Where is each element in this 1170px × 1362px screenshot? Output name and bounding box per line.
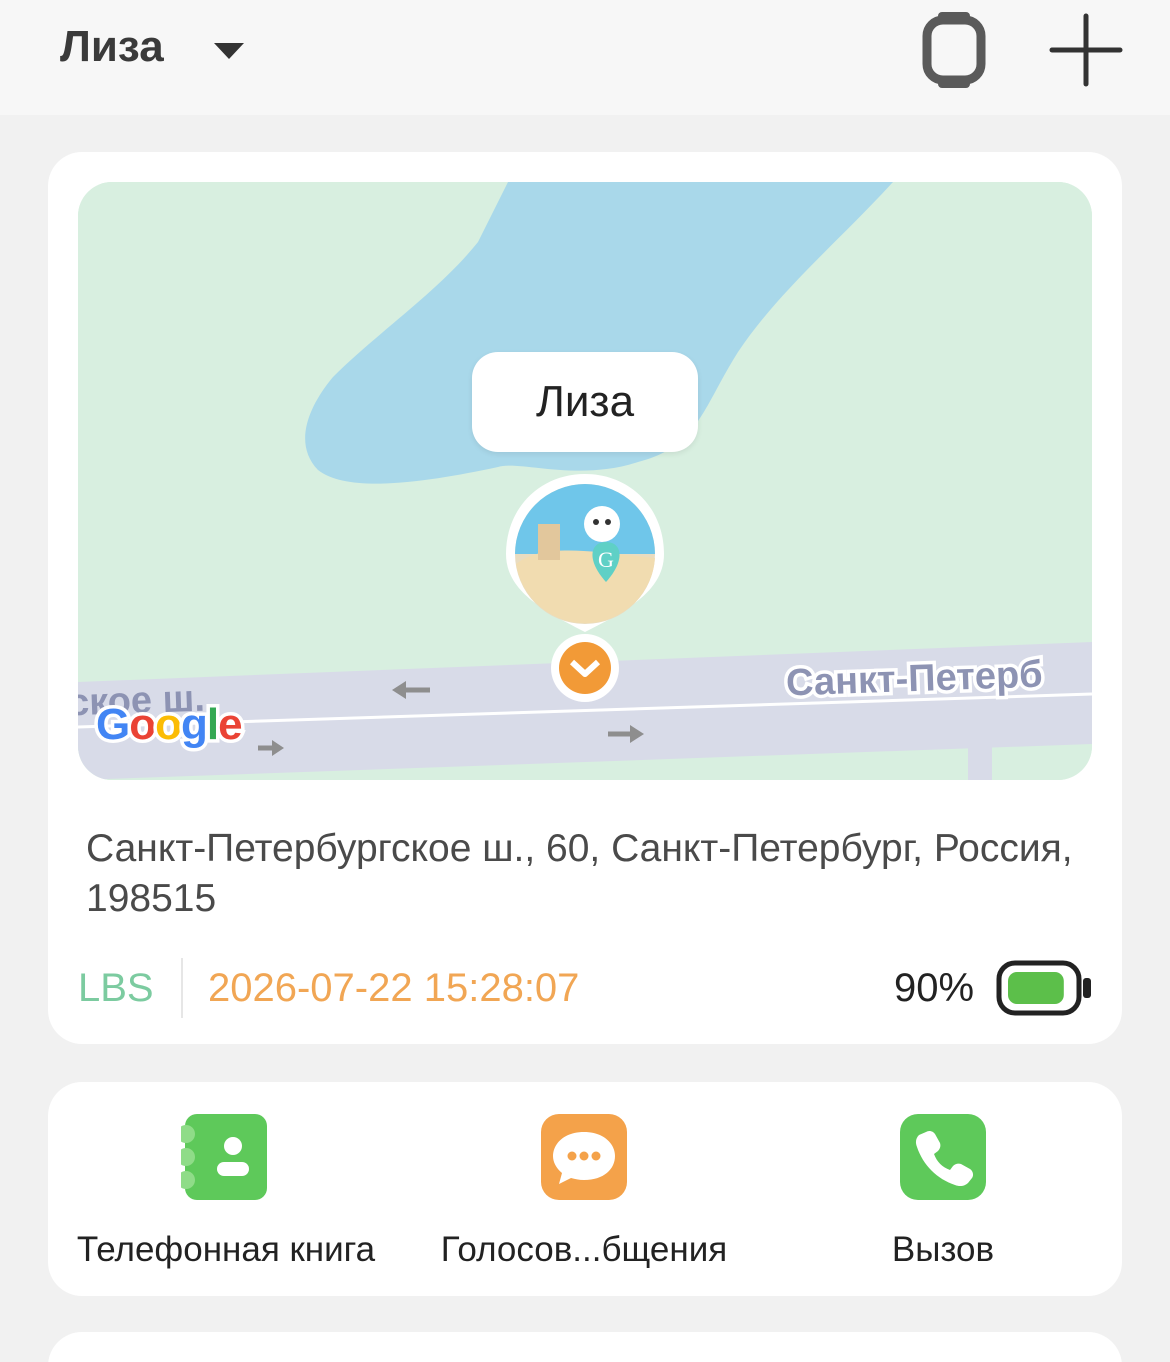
location-timestamp: 2026-07-22 15:28:07: [208, 966, 580, 1010]
next-card: [48, 1332, 1122, 1362]
top-bar: Лиза: [0, 0, 1170, 115]
status-row: LBS 2026-07-22 15:28:07 90%: [78, 958, 1092, 1018]
street-label: Санкт-Петерб: [782, 650, 1047, 708]
action-call[interactable]: Вызов: [773, 1106, 1113, 1276]
chevron-down-icon[interactable]: [212, 40, 246, 62]
divider: [181, 958, 183, 1018]
marker-name-bubble: Лиза: [472, 352, 698, 452]
action-label: Голосов...бщения: [440, 1230, 728, 1269]
location-pin[interactable]: G: [504, 472, 666, 712]
action-label: Телефонная книга: [76, 1230, 376, 1269]
battery-percent: 90%: [894, 966, 975, 1010]
contacts-book-icon: [181, 1114, 267, 1200]
watch-icon[interactable]: [918, 10, 990, 90]
quick-actions-card: Телефонная книга Голосов...бщения Вызов: [48, 1082, 1122, 1296]
location-type-badge: LBS: [78, 966, 154, 1010]
address-text: Санкт-Петербургское ш., 60, Санкт-Петерб…: [86, 827, 1073, 920]
action-label: Вызов: [891, 1230, 995, 1269]
phone-icon: [900, 1114, 986, 1200]
action-phonebook[interactable]: Телефонная книга: [56, 1106, 396, 1276]
action-voice-messages[interactable]: Голосов...бщения: [414, 1106, 754, 1276]
location-card: ское ш. Google Санкт-Петерб Лиза G Санкт…: [48, 152, 1122, 1044]
add-icon[interactable]: [1046, 10, 1126, 90]
battery-icon: [996, 960, 1091, 1016]
profile-name[interactable]: Лиза: [60, 22, 164, 72]
svg-text:G: G: [598, 547, 614, 572]
map-view[interactable]: ское ш. Google Санкт-Петерб Лиза G: [78, 182, 1092, 780]
chat-bubble-icon: [541, 1114, 627, 1200]
google-logo: Google: [92, 697, 246, 753]
